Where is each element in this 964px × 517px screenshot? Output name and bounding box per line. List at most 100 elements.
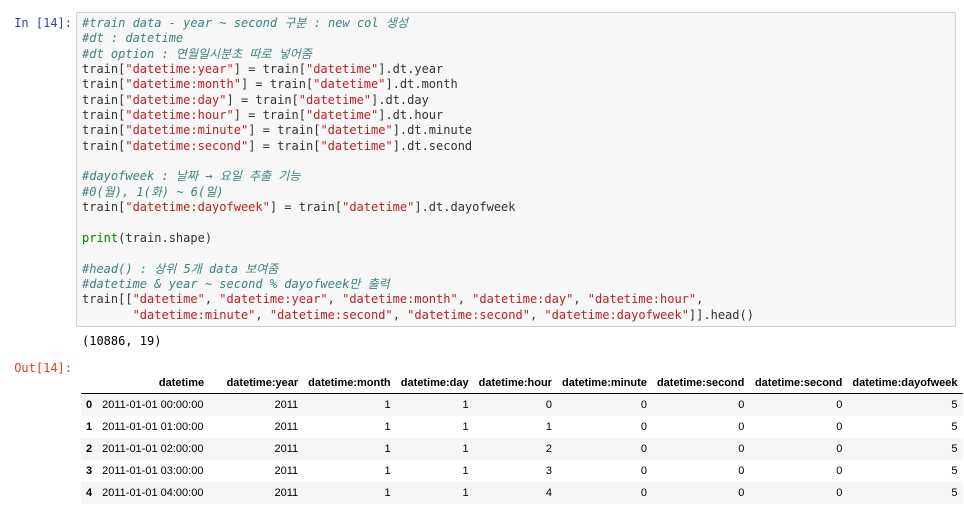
code-token: train[	[82, 138, 126, 153]
table-cell: 1	[545, 421, 552, 433]
code-token: ].dt.hour	[378, 108, 444, 123]
code-token: "datetime:month"	[125, 77, 241, 92]
code-token: "datetime"	[320, 123, 393, 138]
column-header: datetime:month	[303, 372, 396, 394]
table-cell: 0	[640, 487, 647, 499]
table-cell: 2011	[274, 443, 299, 455]
table-row: 2 2011-01-01 02:00:00 2011 1 1 2 0 0 0 5	[81, 438, 963, 460]
code-line: train["datetime:hour"] = train["datetime…	[82, 108, 754, 123]
table-cell: 1	[462, 465, 469, 477]
code-line: print(train.shape)	[82, 231, 754, 246]
code-token: "datetime:day"	[125, 92, 227, 107]
code-token: "datetime:year"	[125, 62, 234, 77]
table-cell: 2	[545, 443, 552, 455]
row-index: 4	[86, 487, 93, 499]
table-cell: 5	[951, 421, 958, 433]
table-cell: 2011	[274, 487, 299, 499]
code-line: #head() : 상위 5개 data 보여줌	[82, 262, 754, 277]
code-token: "datetime:second"	[407, 307, 530, 322]
code-token: "datetime:dayofweek"	[544, 307, 689, 322]
code-line: train["datetime:minute"] = train["dateti…	[82, 123, 754, 138]
table-cell: 0	[640, 399, 647, 411]
code-token: "datetime:hour"	[125, 108, 234, 123]
code-token: ] = train[	[240, 77, 314, 92]
code-token: #train data - year ~ second 구분 : new col…	[82, 16, 408, 30]
code-token: ] = train[	[248, 138, 321, 153]
code-token: "datetime:second"	[269, 307, 393, 322]
table-cell: 1	[384, 465, 391, 477]
table-cell: 0	[640, 421, 647, 433]
table-cell: 0	[640, 465, 647, 477]
table-cell: 2011	[274, 465, 299, 477]
table-cell: 5	[951, 487, 958, 499]
code-line: "datetime:minute", "datetime:second", "d…	[82, 308, 754, 323]
code-token: ].dt.second	[392, 138, 473, 153]
table-cell: 0	[738, 421, 745, 433]
column-header: datetime:day	[395, 372, 474, 394]
table-cell: 0	[836, 399, 843, 411]
code-line: train["datetime:year"] = train["datetime…	[82, 62, 754, 77]
code-token: "datetime"	[313, 77, 386, 92]
table-cell: 0	[545, 399, 552, 411]
column-header: datetime	[97, 372, 210, 394]
code-token: ] = train[	[269, 200, 343, 215]
code-token: ] = train[	[233, 108, 306, 123]
code-token: ].dt.year	[378, 62, 444, 77]
code-token: train[	[82, 62, 126, 77]
code-token: (train.shape)	[118, 230, 213, 245]
column-header	[81, 372, 98, 394]
table-cell: 0	[738, 487, 745, 499]
code-cell-editor[interactable]: #train data - year ~ second 구분 : new col…	[76, 12, 956, 327]
code-line: #dt : datetime	[82, 31, 754, 46]
code-line: #0(월), 1(화) ~ 6(일)	[82, 185, 754, 200]
code-token: train[	[82, 92, 126, 107]
table-cell: 2011-01-01 03:00:00	[102, 465, 204, 477]
code-token: #0(월), 1(화) ~ 6(일)	[82, 184, 224, 199]
code-line: train["datetime:day"] = train["datetime"…	[82, 93, 754, 108]
table-cell: 2011-01-01 00:00:00	[102, 399, 204, 411]
table-row: 0 2011-01-01 00:00:00 2011 1 1 0 0 0 0 5	[81, 393, 963, 416]
code-token: "datetime:year"	[219, 292, 328, 307]
code-token: "datetime"	[305, 108, 379, 123]
table-cell: 2011-01-01 04:00:00	[102, 487, 204, 499]
table-cell: 0	[640, 443, 647, 455]
code-token: ,	[573, 292, 588, 307]
table-cell: 1	[462, 421, 469, 433]
code-token: ].dt.minute	[392, 123, 473, 138]
table-cell: 2011-01-01 02:00:00	[102, 443, 204, 455]
table-cell: 1	[384, 487, 391, 499]
table-body: 0 2011-01-01 00:00:00 2011 1 1 0 0 0 0 5 1 2011-01-…	[81, 393, 963, 504]
code-token: "datetime:day"	[472, 292, 574, 307]
output-prompt: Out[14]:	[14, 361, 72, 375]
code-token: ,	[204, 292, 220, 307]
table-cell: 2011	[274, 421, 299, 433]
code-token: ] = train[	[248, 123, 321, 138]
code-token: "datetime"	[342, 200, 415, 215]
code-token: ].dt.day	[371, 92, 429, 107]
table-cell: 1	[384, 421, 391, 433]
stdout-output: (10886, 19)	[82, 334, 162, 348]
code-token: ,	[457, 292, 473, 307]
code-token: ].dt.month	[385, 77, 458, 92]
code-token: "datetime:minute"	[132, 307, 256, 322]
table-cell: 2011-01-01 01:00:00	[102, 421, 204, 433]
code-token: "datetime"	[298, 92, 372, 107]
column-header: datetime:second	[651, 372, 750, 394]
table-cell: 1	[384, 399, 391, 411]
code-token: "datetime:second"	[125, 138, 249, 153]
code-token: train[	[82, 108, 126, 123]
table-row: 4 2011-01-01 04:00:00 2011 1 1 4 0 0 0 5	[81, 482, 963, 504]
code-lines: #train data - year ~ second 구분 : new col…	[82, 16, 754, 323]
code-line: #dt option : 연월일시분초 따로 넣어줌	[82, 47, 754, 62]
code-token: ,	[255, 307, 270, 322]
code-token: #dt : datetime	[82, 31, 184, 46]
code-token: #datetime & year ~ second % dayofweek만 출…	[82, 276, 390, 291]
column-header: datetime:minute	[556, 372, 652, 394]
code-token: "datetime:dayofweek"	[125, 200, 270, 215]
table-cell: 1	[384, 443, 391, 455]
dataframe-table: datetime datetime:year datetime:month datet…	[81, 372, 963, 504]
code-token: ] = train[	[226, 92, 299, 107]
